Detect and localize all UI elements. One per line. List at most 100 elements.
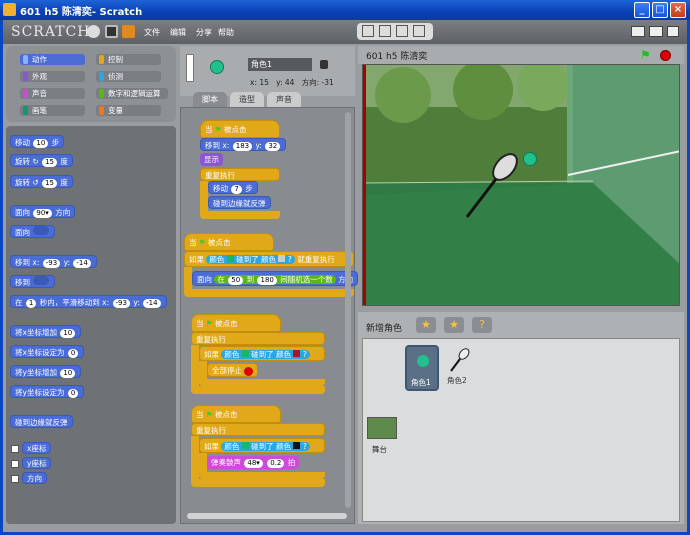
category-sensing[interactable]: 侦测	[96, 71, 161, 82]
presentation-icon[interactable]	[667, 26, 679, 37]
block-goto-xy[interactable]: 移到 x: -93 y: -14	[10, 255, 97, 268]
color-swatch[interactable]	[278, 255, 286, 262]
block-input[interactable]: 10	[33, 139, 49, 148]
block-input[interactable]: 10	[60, 369, 76, 378]
reporter-x[interactable]: x座标	[22, 442, 52, 454]
paint-sprite-icon[interactable]: ★	[416, 317, 436, 333]
green-flag-button[interactable]: ⚑	[640, 48, 651, 62]
block-input[interactable]: -14	[73, 259, 91, 268]
reporter-y[interactable]: y座标	[22, 457, 52, 469]
block-set-y[interactable]: 将y坐标设定为 0	[10, 385, 85, 398]
grow-icon[interactable]	[396, 25, 408, 37]
hat-green-flag[interactable]: 当 ⚑ 被点击	[191, 405, 281, 423]
block-point-direction[interactable]: 面向 90▾ 方向	[10, 205, 76, 218]
block-dropdown[interactable]	[33, 276, 50, 285]
block-goto-xy[interactable]: 移到 x: 183 y: 32	[200, 138, 287, 151]
block-turn-ccw[interactable]: 旋转 ↺ 15 度	[10, 175, 73, 188]
rotation-style-buttons[interactable]	[186, 54, 194, 82]
category-looks[interactable]: 外观	[20, 71, 85, 82]
small-stage-icon[interactable]	[631, 26, 645, 37]
sensing-color-touching[interactable]: 颜色 碰到了 颜色 ?	[206, 255, 295, 264]
sprite-tile-1[interactable]: 角色1	[405, 345, 439, 391]
globe-icon[interactable]	[87, 25, 100, 38]
stage-thumbnail[interactable]	[367, 417, 397, 439]
close-button[interactable]: ×	[670, 2, 686, 18]
reporter-direction[interactable]: 方向	[22, 472, 47, 484]
block-show[interactable]: 显示	[200, 153, 223, 166]
block-input[interactable]: -93	[112, 299, 130, 308]
block-point-towards[interactable]: 面向	[10, 225, 56, 238]
hat-green-flag[interactable]: 当 ⚑ 被点击	[184, 233, 274, 251]
random-sprite-icon[interactable]: ?	[472, 317, 492, 333]
vertical-scrollbar[interactable]	[345, 112, 351, 508]
block-input[interactable]: 10	[60, 329, 76, 338]
lock-icon[interactable]	[320, 60, 328, 69]
block-input[interactable]: 0	[67, 389, 79, 398]
color-swatch[interactable]	[241, 350, 249, 357]
block-forever[interactable]: 重复执行	[191, 332, 325, 345]
checkbox-direction[interactable]	[11, 475, 19, 483]
tab-costumes[interactable]: 造型	[230, 92, 264, 107]
category-variables[interactable]: 变量	[96, 105, 161, 116]
block-dropdown[interactable]	[33, 226, 50, 235]
block-input[interactable]: 90▾	[33, 209, 52, 218]
hat-green-flag[interactable]: 当 ⚑ 被点击	[191, 314, 281, 332]
block-input[interactable]: 180	[257, 276, 277, 285]
block-forever[interactable]: 重复执行	[200, 168, 280, 181]
block-goto[interactable]: 移到	[10, 275, 56, 288]
color-swatch[interactable]	[293, 350, 301, 357]
hat-green-flag[interactable]: 当 ⚑ 被点击	[200, 120, 280, 138]
checkbox-x[interactable]	[11, 445, 19, 453]
tab-sounds[interactable]: 声音	[267, 92, 301, 107]
sprite-tile-2[interactable]: 角色2	[443, 345, 477, 391]
block-change-x[interactable]: 将x坐标增加 10	[10, 325, 82, 338]
block-input[interactable]: 1	[25, 299, 37, 308]
block-input[interactable]: 0.2	[267, 459, 285, 468]
cut-icon[interactable]	[379, 25, 391, 37]
stop-button[interactable]	[660, 50, 671, 61]
category-motion[interactable]: 动作	[20, 54, 85, 65]
block-if[interactable]: 如果 颜色 碰到了 颜色 ?	[199, 346, 325, 361]
color-swatch[interactable]	[241, 442, 249, 449]
block-forever[interactable]: 重复执行	[191, 423, 325, 436]
menu-edit[interactable]: 编辑	[170, 27, 186, 38]
racket-sprite[interactable]	[463, 149, 523, 221]
horizontal-scrollbar[interactable]	[187, 513, 347, 519]
category-operators[interactable]: 数字和逻辑运算	[96, 88, 168, 99]
block-if[interactable]: 如果 颜色 碰到了 颜色 ?	[199, 438, 325, 453]
block-input[interactable]: 32	[265, 142, 281, 151]
color-swatch[interactable]	[226, 255, 234, 262]
minimize-button[interactable]: _	[634, 2, 650, 18]
block-random[interactable]: 在 50 到 180 间随机选一个数	[214, 275, 336, 285]
shrink-icon[interactable]	[413, 25, 425, 37]
block-input[interactable]: 7	[231, 185, 242, 194]
block-bounce[interactable]: 碰到边缘就反弹	[10, 415, 73, 428]
ball-sprite[interactable]	[523, 152, 537, 166]
sensing-color-touching[interactable]: 颜色 碰到了 颜色 ?	[221, 350, 310, 359]
sensing-color-touching[interactable]: 颜色 碰到了 颜色 ?	[221, 442, 310, 451]
save-icon[interactable]	[105, 25, 118, 38]
sprite-name-field[interactable]: 角色1	[248, 58, 312, 71]
block-turn-cw[interactable]: 旋转 ↻ 15 度	[10, 154, 73, 167]
maximize-button[interactable]: □	[652, 2, 668, 18]
block-play-drum[interactable]: 弹奏鼓声 48▾ 0.2 拍	[207, 456, 300, 469]
stage[interactable]	[362, 64, 680, 306]
checkbox-y[interactable]	[11, 460, 19, 468]
block-input[interactable]: 0	[67, 349, 79, 358]
tab-scripts[interactable]: 脚本	[193, 92, 227, 107]
menu-help[interactable]: 帮助	[218, 27, 234, 38]
category-sound[interactable]: 声音	[20, 88, 85, 99]
block-move[interactable]: 移动 10 步	[10, 135, 65, 148]
block-move[interactable]: 移动 7 步	[208, 181, 258, 194]
choose-sprite-icon[interactable]: ★	[444, 317, 464, 333]
block-input[interactable]: 15	[42, 179, 57, 188]
menu-share[interactable]: 分享	[196, 27, 212, 38]
block-input[interactable]: 183	[232, 142, 253, 151]
category-pen[interactable]: 画笔	[20, 105, 85, 116]
block-input[interactable]: -93	[42, 259, 61, 268]
duplicate-icon[interactable]	[362, 25, 374, 37]
category-control[interactable]: 控制	[96, 54, 161, 65]
block-if[interactable]: 如果 颜色 碰到了 颜色 ? 就重复执行	[184, 251, 354, 267]
block-glide[interactable]: 在 1 秒内，平滑移动到 x: -93 y: -14	[10, 295, 167, 308]
block-input[interactable]: 15	[42, 158, 57, 167]
